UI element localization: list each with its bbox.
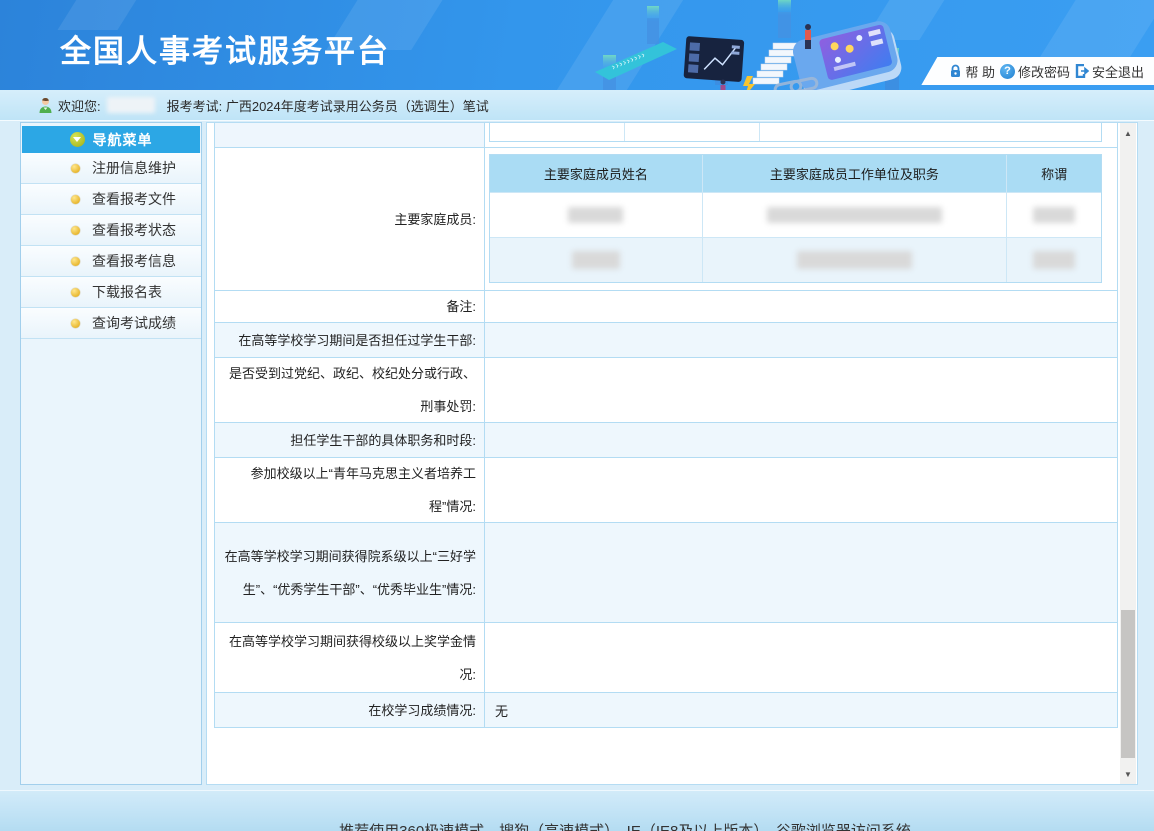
bullet-icon [71,257,80,266]
detail-row-label: 参加校级以上“青年马克思主义者培养工程”情况: [215,458,485,522]
detail-row-label: 备注: [215,291,485,322]
sidebar-item-query-scores[interactable]: 查询考试成绩 [21,308,201,339]
header-banner: 全国人事考试服务平台 ››››››››› [0,0,1154,90]
nav-menu-header[interactable]: 导航菜单 [22,126,200,153]
detail-row-label: 在高等学校学习期间是否担任过学生干部: [215,323,485,357]
sidebar-item-view-exam-info[interactable]: 查看报考信息 [21,246,201,277]
redacted-username [107,97,155,113]
user-avatar-icon [38,97,53,114]
sidebar-item-label: 下载报名表 [92,282,162,302]
change-password-label: 修改密码 [1018,62,1070,81]
table-row-partial [215,123,1117,148]
redacted-value [797,251,912,269]
utility-bar: 帮 助 ? 修改密码 安全退出 [921,57,1154,85]
bullet-icon [71,226,80,235]
footer-bar: 推荐使用360极速模式、搜狗（高速模式）、IE（IE8及以上版本）、谷歌浏览器访… [0,790,1154,831]
detail-row-label: 是否受到过党纪、政纪、校纪处分或行政、刑事处罚: [215,358,485,422]
detail-row-value [485,358,1117,422]
bullet-icon [71,164,80,173]
table-row-academic-record: 在校学习成绩情况: 无 [215,693,1117,728]
sidebar-nav: 导航菜单 注册信息维护 查看报考文件 查看报考状态 查看报考信息 下载报名表 查… [20,122,202,785]
family-col-name: 主要家庭成员姓名 [490,155,703,192]
platform-title: 全国人事考试服务平台 [60,26,390,71]
detail-row-label: 在校学习成绩情况: [215,693,485,727]
exit-icon [1075,64,1089,78]
chevron-down-icon [70,132,85,147]
lock-icon [949,64,962,78]
detail-row-label: 在高等学校学习期间获得院系级以上“三好学生”、“优秀学生干部”、“优秀毕业生”情… [215,523,485,622]
bullet-icon [71,195,80,204]
sidebar-item-label: 查看报考信息 [92,251,176,271]
detail-row-label: 在高等学校学习期间获得校级以上奖学金情况: [215,623,485,692]
sidebar-item-label: 查询考试成绩 [92,313,176,333]
sidebar-item-view-exam-files[interactable]: 查看报考文件 [21,184,201,215]
header-illustration: ››››››››› [585,0,925,90]
detail-row-value [485,323,1117,357]
sidebar-item-register-info[interactable]: 注册信息维护 [21,153,201,184]
welcome-label: 欢迎您: [58,96,101,115]
detail-row-value [485,523,1117,622]
detail-row-value [485,458,1117,522]
bullet-icon [71,319,80,328]
family-table-header: 主要家庭成员姓名 主要家庭成员工作单位及职务 称谓 [490,155,1101,192]
sidebar-item-label: 注册信息维护 [92,158,176,178]
family-col-workunit: 主要家庭成员工作单位及职务 [703,155,1008,192]
family-members-table: 主要家庭成员姓名 主要家庭成员工作单位及职务 称谓 [489,154,1102,283]
logout-label: 安全退出 [1092,62,1144,81]
table-row-student-cadre: 在高等学校学习期间是否担任过学生干部: [215,323,1117,358]
table-row-remark: 备注: [215,291,1117,323]
scroll-down-arrow[interactable]: ▼ [1120,766,1136,782]
table-row-family: 主要家庭成员: 主要家庭成员姓名 主要家庭成员工作单位及职务 称谓 [215,148,1117,291]
scrollbar-thumb[interactable] [1121,610,1135,758]
redacted-value [767,207,942,223]
table-row-scholarship: 在高等学校学习期间获得校级以上奖学金情况: [215,623,1117,693]
redacted-value [1033,251,1075,269]
detail-row-label [215,123,485,147]
vertical-scrollbar[interactable]: ▲ ▼ [1120,123,1136,784]
change-password-link[interactable]: ? 修改密码 [1000,62,1070,81]
sidebar-item-label: 查看报考文件 [92,189,176,209]
detail-row-label: 主要家庭成员: [215,148,485,290]
table-row-honors: 在高等学校学习期间获得院系级以上“三好学生”、“优秀学生干部”、“优秀毕业生”情… [215,523,1117,623]
help-label: 帮 助 [965,62,995,81]
question-icon: ? [1000,64,1015,79]
redacted-value [572,251,620,269]
detail-row-label: 担任学生干部的具体职务和时段: [215,423,485,457]
browser-recommendation-text: 推荐使用360极速模式、搜狗（高速模式）、IE（IE8及以上版本）、谷歌浏览器访… [0,820,1154,831]
family-table-row [490,192,1101,237]
redacted-value [568,207,623,223]
logout-link[interactable]: 安全退出 [1075,62,1144,81]
sidebar-item-view-exam-status[interactable]: 查看报考状态 [21,215,201,246]
scroll-up-arrow[interactable]: ▲ [1120,125,1136,141]
exam-label: 报考考试: 广西2024年度考试录用公务员（选调生）笔试 [167,96,489,115]
family-col-relation: 称谓 [1007,155,1101,192]
detail-row-value [485,123,1117,147]
sidebar-item-download-form[interactable]: 下载报名表 [21,277,201,308]
table-row-cadre-duty: 担任学生干部的具体职务和时段: [215,423,1117,458]
registration-detail-table: 主要家庭成员: 主要家庭成员姓名 主要家庭成员工作单位及职务 称谓 [214,123,1118,728]
sidebar-item-label: 查看报考状态 [92,220,176,240]
bullet-icon [71,288,80,297]
detail-row-value [485,291,1117,322]
nav-menu-header-label: 导航菜单 [93,130,153,150]
main-content-panel: 主要家庭成员: 主要家庭成员姓名 主要家庭成员工作单位及职务 称谓 [206,122,1138,785]
help-link[interactable]: 帮 助 [949,62,995,81]
banner-streak [1038,0,1154,60]
detail-row-value: 主要家庭成员姓名 主要家庭成员工作单位及职务 称谓 [485,148,1117,290]
redacted-value [1033,207,1075,223]
family-table-row [490,237,1101,282]
welcome-bar: 欢迎您: 报考考试: 广西2024年度考试录用公务员（选调生）笔试 [0,90,1154,121]
detail-row-value: 无 [485,693,1117,727]
table-row-marxism-program: 参加校级以上“青年马克思主义者培养工程”情况: [215,458,1117,523]
table-row-discipline: 是否受到过党纪、政纪、校纪处分或行政、刑事处罚: [215,358,1117,423]
detail-row-value [485,623,1117,692]
detail-row-value [485,423,1117,457]
partial-nested-table [489,123,1102,142]
